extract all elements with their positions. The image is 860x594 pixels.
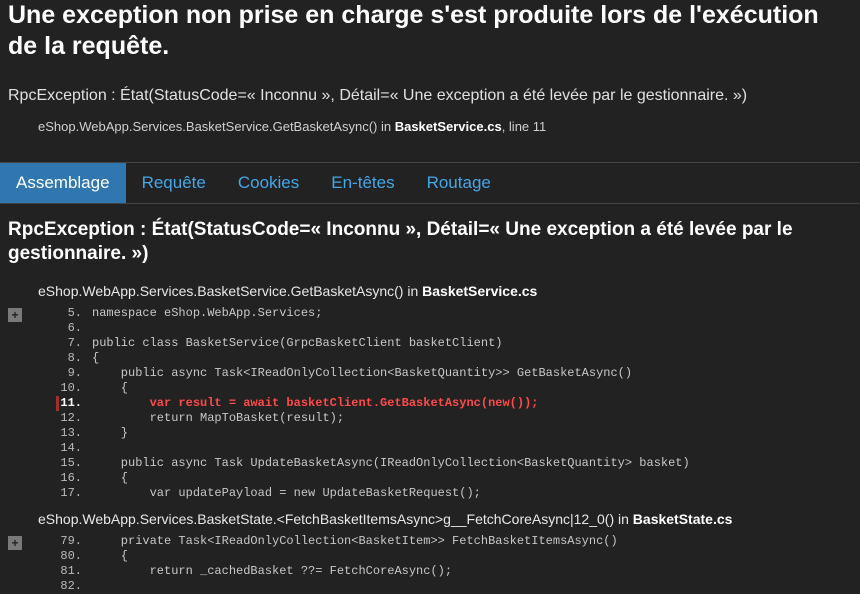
- code-line: 16. {: [32, 471, 860, 486]
- line-number: 79.: [32, 534, 92, 549]
- code-line: 11. var result = await basketClient.GetB…: [32, 396, 860, 411]
- line-number: 9.: [32, 366, 92, 381]
- stack-frame: eShop.WebApp.Services.BasketState.<Fetch…: [0, 505, 860, 594]
- line-number: 81.: [32, 564, 92, 579]
- line-number: 82.: [32, 579, 92, 594]
- code-line: 12. return MapToBasket(result);: [32, 411, 860, 426]
- code-line: 17. var updatePayload = new UpdateBasket…: [32, 486, 860, 501]
- line-number: 11.: [32, 396, 92, 411]
- line-number: 8.: [32, 351, 92, 366]
- code-text: var updatePayload = new UpdateBasketRequ…: [92, 486, 860, 501]
- code-line: 8.{: [32, 351, 860, 366]
- expand-button[interactable]: +: [8, 308, 22, 322]
- line-number: 17.: [32, 486, 92, 501]
- stack-line: , line 11: [502, 119, 547, 134]
- tab-routage[interactable]: Routage: [411, 163, 507, 203]
- code-text: {: [92, 471, 860, 486]
- frame-file: BasketService.cs: [422, 283, 537, 299]
- code-block: 5.namespace eShop.WebApp.Services;6.7.pu…: [22, 306, 860, 501]
- line-number: 16.: [32, 471, 92, 486]
- line-number: 5.: [32, 306, 92, 321]
- stack-frame: eShop.WebApp.Services.BasketService.GetB…: [0, 277, 860, 501]
- frame-file: BasketState.cs: [633, 511, 733, 527]
- code-line: 14.: [32, 441, 860, 456]
- stack-summary: eShop.WebApp.Services.BasketService.GetB…: [8, 117, 852, 138]
- code-line: 10. {: [32, 381, 860, 396]
- stack-file: BasketService.cs: [395, 119, 502, 134]
- tab-en-têtes[interactable]: En-têtes: [315, 163, 410, 203]
- line-number: 6.: [32, 321, 92, 336]
- code-text: return MapToBasket(result);: [92, 411, 860, 426]
- code-line: 5.namespace eShop.WebApp.Services;: [32, 306, 860, 321]
- page-title: Une exception non prise en charge s'est …: [8, 0, 852, 63]
- frame-method: eShop.WebApp.Services.BasketService.GetB…: [38, 283, 422, 299]
- line-number: 13.: [32, 426, 92, 441]
- code-line: 6.: [32, 321, 860, 336]
- line-number: 15.: [32, 456, 92, 471]
- expand-button[interactable]: +: [8, 536, 22, 550]
- code-line: 79. private Task<IReadOnlyCollection<Bas…: [32, 534, 860, 549]
- exception-message: RpcException : État(StatusCode=« Inconnu…: [8, 85, 852, 107]
- code-text: private Task<IReadOnlyCollection<BasketI…: [92, 534, 860, 549]
- line-number: 12.: [32, 411, 92, 426]
- code-line: 7.public class BasketService(GrpcBasketC…: [32, 336, 860, 351]
- code-text: public async Task<IReadOnlyCollection<Ba…: [92, 366, 860, 381]
- line-number: 80.: [32, 549, 92, 564]
- tab-bar: AssemblageRequêteCookiesEn-têtesRoutage: [0, 162, 860, 204]
- line-number: 10.: [32, 381, 92, 396]
- code-text: [92, 321, 860, 336]
- code-line: 80. {: [32, 549, 860, 564]
- tab-assemblage[interactable]: Assemblage: [0, 163, 126, 203]
- stack-method: eShop.WebApp.Services.BasketService.GetB…: [38, 119, 395, 134]
- code-text: {: [92, 381, 860, 396]
- code-text: [92, 441, 860, 456]
- code-text: {: [92, 549, 860, 564]
- code-text: return _cachedBasket ??= FetchCoreAsync(…: [92, 564, 860, 579]
- code-block: 79. private Task<IReadOnlyCollection<Bas…: [22, 534, 860, 594]
- code-line: 13. }: [32, 426, 860, 441]
- code-text: var result = await basketClient.GetBaske…: [92, 396, 860, 411]
- code-line: 81. return _cachedBasket ??= FetchCoreAs…: [32, 564, 860, 579]
- code-line: 15. public async Task UpdateBasketAsync(…: [32, 456, 860, 471]
- frame-method: eShop.WebApp.Services.BasketState.<Fetch…: [38, 511, 633, 527]
- code-text: namespace eShop.WebApp.Services;: [92, 306, 860, 321]
- tab-requête[interactable]: Requête: [126, 163, 222, 203]
- exception-detail-title: RpcException : État(StatusCode=« Inconnu…: [0, 218, 860, 277]
- code-text: }: [92, 426, 860, 441]
- line-number: 7.: [32, 336, 92, 351]
- line-number: 14.: [32, 441, 92, 456]
- code-text: [92, 579, 860, 594]
- code-line: 82.: [32, 579, 860, 594]
- code-text: public async Task UpdateBasketAsync(IRea…: [92, 456, 860, 471]
- code-text: public class BasketService(GrpcBasketCli…: [92, 336, 860, 351]
- tab-cookies[interactable]: Cookies: [222, 163, 315, 203]
- frame-header[interactable]: eShop.WebApp.Services.BasketService.GetB…: [0, 277, 860, 306]
- frame-header[interactable]: eShop.WebApp.Services.BasketState.<Fetch…: [0, 505, 860, 534]
- code-text: {: [92, 351, 860, 366]
- code-line: 9. public async Task<IReadOnlyCollection…: [32, 366, 860, 381]
